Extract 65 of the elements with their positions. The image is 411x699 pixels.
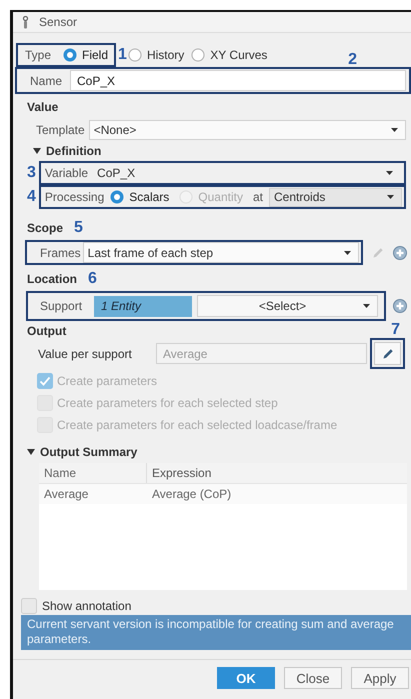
annotation-number: 7 [391, 322, 400, 338]
field-label: Variable [44, 166, 88, 180]
radio-circle-icon [191, 48, 206, 62]
field-label: Frames [40, 246, 81, 260]
caret-icon [391, 128, 398, 132]
radio-circle-icon [110, 190, 124, 204]
plus-icon [393, 299, 407, 313]
pencil-icon [372, 246, 384, 258]
section-heading: Scope [27, 221, 64, 235]
dropdown[interactable]: <None> [88, 120, 406, 140]
field-label: Template [36, 122, 85, 136]
radio-circle-icon [128, 48, 142, 62]
radio-button[interactable] [128, 48, 142, 62]
radio-label: Field [82, 48, 108, 62]
radio-button[interactable] [191, 48, 206, 62]
dropdown[interactable]: Centroids [269, 188, 402, 206]
radio-label: XY Curves [210, 48, 268, 62]
pencil-icon [382, 348, 394, 360]
dialog-button[interactable]: OK [217, 667, 275, 689]
section-heading: Definition [46, 144, 102, 158]
section-heading: Output [27, 324, 66, 338]
field-label: Value per support [38, 346, 133, 360]
table-cell-text: Average [43, 487, 90, 501]
checkbox[interactable] [21, 598, 37, 614]
field-label: Name [30, 74, 62, 88]
dialog-button[interactable]: Apply [351, 667, 409, 689]
name-input[interactable]: CoP_X [70, 70, 406, 91]
radio-button[interactable] [110, 190, 124, 204]
table-cell-text: Average (CoP) [151, 487, 232, 501]
caret-icon [363, 304, 370, 308]
radio-button[interactable] [63, 48, 78, 62]
section-heading: Output Summary [40, 445, 138, 459]
annotation-number: 6 [88, 271, 97, 287]
radio-circle-icon [63, 48, 78, 62]
dropdown[interactable]: <Select> [197, 295, 378, 317]
radio-label: History [146, 48, 184, 62]
annotation-number: 2 [348, 52, 357, 68]
annotation-number: 3 [27, 165, 36, 181]
caret-icon [344, 250, 351, 254]
window-title: Sensor [39, 15, 78, 29]
checkbox-label: Create parameters for each selected loadcase/frame [57, 418, 338, 432]
field-label: Processing [44, 190, 104, 204]
checkbox-label: Create parameters for each selected step [57, 396, 278, 410]
plus-icon [393, 246, 407, 260]
annotation-number: 4 [27, 189, 36, 205]
column-header[interactable]: Name [39, 463, 147, 483]
dialog-button[interactable]: Close [284, 667, 342, 689]
dropdown[interactable]: Last frame of each step [82, 242, 359, 263]
radio-label: Scalars [129, 190, 170, 204]
annotation-number: 1 [118, 47, 127, 63]
annotation-number: 5 [74, 220, 83, 236]
section-heading: Value [27, 100, 58, 114]
radio-label: Quantity [198, 190, 243, 204]
caret-icon [386, 171, 393, 175]
column-header[interactable]: Expression [147, 466, 212, 480]
field-label: Support [40, 299, 84, 313]
warning-banner: Current servant version is incompatible for creating sum and average parameters. [21, 615, 411, 650]
checkbox-label: Create parameters [57, 374, 158, 388]
caret-icon [387, 195, 394, 199]
sensor-icon [22, 16, 29, 28]
entity-selection[interactable]: 1 Entity [94, 296, 192, 316]
field-label: Type [25, 48, 52, 62]
field-label: at [253, 190, 264, 204]
checkbox-label: Show annotation [42, 599, 132, 613]
section-heading: Location [27, 272, 77, 286]
